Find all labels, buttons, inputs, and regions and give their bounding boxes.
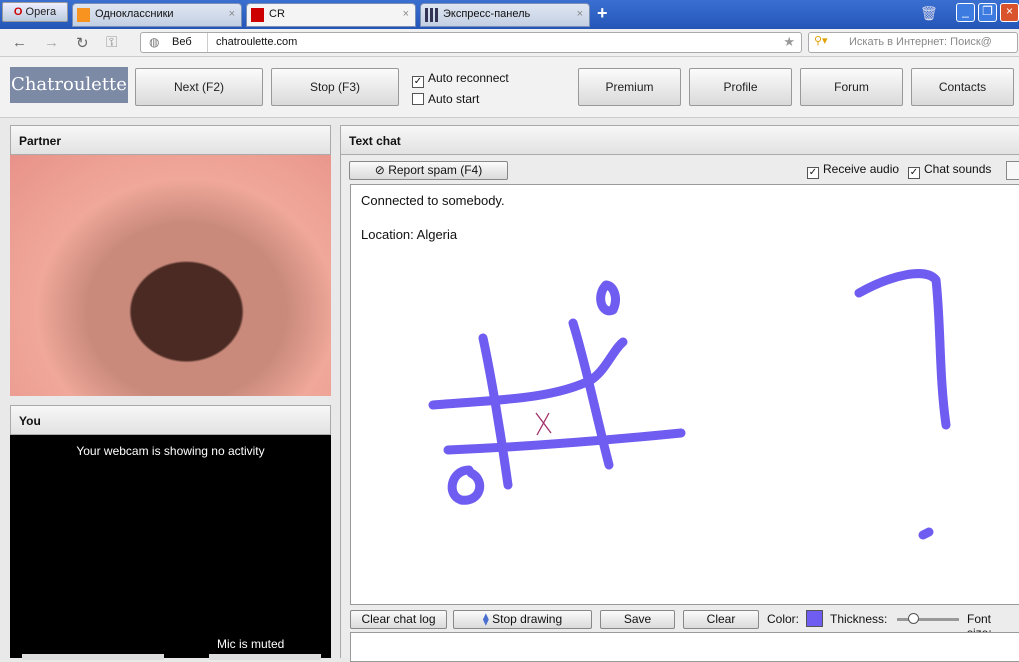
clear-chat-log-button[interactable]: Clear chat log <box>350 610 447 629</box>
minimize-button[interactable]: _ <box>956 3 975 22</box>
stroke <box>478 333 513 490</box>
search-engine-icon[interactable]: ⚲▾ <box>814 34 828 47</box>
close-tab-icon[interactable]: × <box>577 8 583 20</box>
stroke <box>918 527 934 540</box>
thickness-label: Thickness: <box>830 612 888 626</box>
ban-icon: ⊘ <box>374 163 385 177</box>
next-button[interactable]: Next (F2) <box>135 68 263 106</box>
tab-express-panel[interactable]: Экспресс-панель × <box>420 3 590 27</box>
opera-menu-button[interactable]: O Opera <box>2 2 68 22</box>
odnoklassniki-icon <box>77 8 90 22</box>
partner-video <box>10 155 331 396</box>
reload-icon[interactable]: ↻ <box>76 34 89 52</box>
browser-tab-bar: O Opera Одноклассники × CR × Экспресс-пане… <box>0 0 1019 29</box>
tab-odnoklassniki[interactable]: Одноклассники × <box>72 3 242 27</box>
stop-button[interactable]: Stop (F3) <box>271 68 399 106</box>
premium-button[interactable]: Premium <box>578 68 681 106</box>
contacts-button[interactable]: Contacts <box>911 68 1014 106</box>
bookmark-star-icon[interactable]: ★ <box>783 34 795 50</box>
back-icon[interactable]: ← <box>12 34 27 51</box>
auto-start-checkbox[interactable]: Auto start <box>412 92 479 106</box>
color-picker[interactable] <box>806 610 823 627</box>
restore-button[interactable]: ❐ <box>978 3 997 22</box>
webcam-status: Your webcam is showing no activity <box>76 444 265 458</box>
pencil-icon: ⧫ <box>482 612 489 626</box>
report-spam-button[interactable]: ⊘ Report spam (F4) <box>349 161 508 180</box>
color-label: Color: <box>767 612 800 626</box>
thickness-slider[interactable] <box>897 613 959 624</box>
tab-cr[interactable]: CR × <box>246 3 416 27</box>
search-input[interactable]: ⚲▾ Искать в Интернет: Поиск@ <box>808 32 1018 53</box>
x-mark <box>535 412 552 436</box>
mic-button[interactable] <box>209 654 321 660</box>
slider-thumb[interactable] <box>907 613 919 624</box>
save-button[interactable]: Save <box>600 610 675 629</box>
your-webcam: Your webcam is showing no activity Mic i… <box>10 435 331 660</box>
chat-sounds-checkbox[interactable]: ✓ Chat sounds <box>908 162 991 179</box>
chat-log[interactable]: Connected to somebody. Location: Algeria <box>350 184 1019 605</box>
text-chat-title: Text chat <box>340 125 1019 155</box>
extra-button[interactable] <box>1006 161 1019 180</box>
key-icon[interactable]: ⚿ <box>106 34 117 51</box>
chatroulette-logo[interactable]: Chatroulette <box>10 67 128 103</box>
clear-button[interactable]: Clear <box>683 610 759 629</box>
profile-button[interactable]: Profile <box>689 68 792 106</box>
globe-icon: ◍ <box>149 35 160 49</box>
partner-title: Partner <box>10 125 331 155</box>
webcam-button[interactable] <box>22 654 164 660</box>
stroke <box>447 465 485 505</box>
close-tab-icon[interactable]: × <box>229 8 235 20</box>
close-tab-icon[interactable]: × <box>403 8 409 20</box>
forum-button[interactable]: Forum <box>800 68 903 106</box>
close-window-button[interactable]: × <box>1000 3 1019 22</box>
forward-icon[interactable]: → <box>44 34 59 51</box>
speed-dial-icon <box>425 8 438 22</box>
address-bar: ← → ↻ ⚿ ◍ Веб chatroulette.com ★ ⚲▾ Искат… <box>0 29 1019 57</box>
stop-drawing-button[interactable]: ⧫ Stop drawing <box>453 610 592 629</box>
you-title: You <box>10 405 331 435</box>
drawing-canvas[interactable] <box>351 185 1019 606</box>
auto-reconnect-checkbox[interactable]: ✓ Auto reconnect <box>412 71 509 88</box>
url-field[interactable]: ◍ Веб chatroulette.com ★ <box>140 32 802 53</box>
stroke <box>596 280 620 316</box>
opera-logo-icon: O <box>13 6 23 18</box>
trash-icon[interactable]: 🗑 <box>920 5 938 22</box>
stroke <box>443 428 686 455</box>
site-header: Chatroulette Next (F2) Stop (F3) ✓ Auto r… <box>0 57 1019 118</box>
opera-icon <box>251 8 264 22</box>
mic-status: Mic is muted <box>217 637 285 651</box>
new-tab-button[interactable]: + <box>597 3 608 24</box>
receive-audio-checkbox[interactable]: ✓ Receive audio <box>807 162 899 179</box>
stroke <box>854 269 951 430</box>
